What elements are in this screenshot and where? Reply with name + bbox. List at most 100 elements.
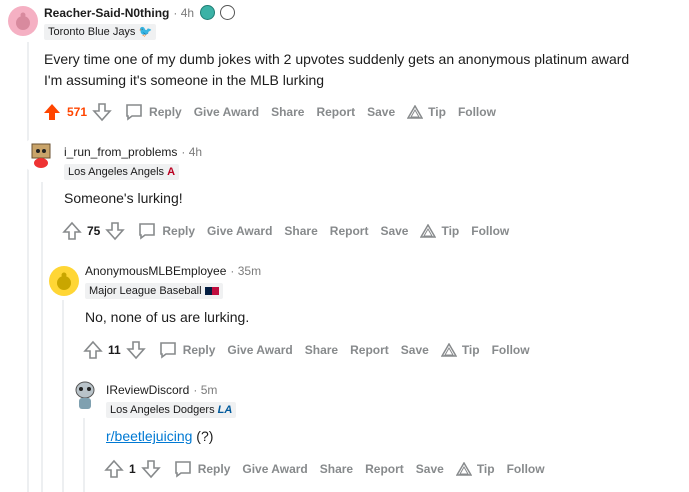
reply-button[interactable]: Reply	[173, 459, 231, 479]
tip-label: Tip	[428, 105, 446, 119]
subreddit-link[interactable]: r/beetlejuicing	[106, 428, 192, 444]
award-icon	[220, 5, 236, 20]
comment-line: I'm assuming it's someone in the MLB lur…	[44, 72, 325, 88]
share-button[interactable]: Share	[305, 343, 338, 357]
comment-actions: 75 Reply Give Award Share Report Save Ti…	[62, 221, 509, 241]
give-award-button[interactable]: Give Award	[242, 462, 307, 476]
reply-label: Reply	[149, 105, 182, 119]
reply-label: Reply	[197, 462, 231, 476]
mlb-logo-icon	[204, 287, 219, 296]
downvote-icon[interactable]	[140, 459, 161, 479]
snoo-avatar-icon	[16, 12, 30, 30]
report-button[interactable]: Report	[350, 343, 389, 357]
give-award-button[interactable]: Give Award	[207, 224, 272, 238]
username[interactable]: Reacher-Said-N0thing	[44, 6, 169, 20]
thread-line-1[interactable]	[27, 42, 29, 492]
comment-line: No, none of us are lurking.	[85, 309, 250, 325]
snoo-avatar-icon	[57, 272, 71, 290]
dodgers-logo-icon: LA	[217, 404, 233, 416]
downvote-icon[interactable]	[105, 221, 126, 241]
award-icon	[200, 5, 216, 20]
tip-button[interactable]: Tip	[455, 462, 495, 476]
reply-button[interactable]: Reply	[158, 340, 216, 360]
flair-label: Los Angeles Angels	[68, 166, 165, 178]
flair-label: Los Angeles Dodgers	[110, 404, 215, 416]
tip-triangle-icon	[440, 343, 457, 357]
give-award-button[interactable]: Give Award	[227, 343, 292, 357]
blue-jays-logo-icon: 🐦	[138, 26, 153, 38]
avatar[interactable]	[49, 266, 79, 296]
follow-button[interactable]: Follow	[507, 462, 545, 476]
angels-logo-icon: A	[167, 166, 176, 178]
save-button[interactable]: Save	[367, 105, 395, 119]
tip-button[interactable]: Tip	[440, 343, 480, 357]
comment-body: No, none of us are lurking.	[85, 307, 249, 328]
comment-bubble-icon	[174, 461, 191, 478]
avatar[interactable]	[8, 6, 38, 36]
share-button[interactable]: Share	[271, 105, 304, 119]
give-award-button[interactable]: Give Award	[194, 105, 259, 119]
upvote-icon[interactable]	[62, 221, 82, 241]
share-button[interactable]: Share	[284, 224, 317, 238]
avatar[interactable]	[26, 140, 56, 170]
score: 75	[87, 224, 101, 238]
save-button[interactable]: Save	[416, 462, 444, 476]
comment-body: Every time one of my dumb jokes with 2 u…	[44, 49, 629, 91]
username[interactable]: AnonymousMLBEmployee	[85, 264, 226, 278]
upvote-icon[interactable]	[83, 340, 103, 360]
tip-label: Tip	[461, 343, 480, 357]
follow-button[interactable]: Follow	[471, 224, 509, 238]
report-button[interactable]: Report	[330, 224, 369, 238]
downvote-icon[interactable]	[125, 340, 146, 360]
score: 11	[108, 343, 121, 357]
reply-button[interactable]: Reply	[124, 102, 182, 122]
flair-label: Toronto Blue Jays	[48, 26, 136, 38]
thread-line-2[interactable]	[41, 182, 43, 492]
timestamp[interactable]: · 5m	[193, 383, 217, 397]
save-button[interactable]: Save	[401, 343, 429, 357]
timestamp[interactable]: · 4h	[181, 145, 202, 159]
reply-label: Reply	[182, 343, 216, 357]
avatar[interactable]	[70, 378, 100, 412]
save-button[interactable]: Save	[380, 224, 408, 238]
comment-bubble-icon	[159, 342, 176, 359]
comment-actions: 571 Reply Give Award Share Report Save T…	[42, 102, 496, 122]
comment-bubble-icon	[126, 104, 142, 121]
comment-bubble-icon	[139, 223, 156, 240]
user-flair: Toronto Blue Jays 🐦	[44, 24, 157, 40]
timestamp[interactable]: · 35m	[230, 264, 261, 278]
user-flair: Los Angeles Angels A	[64, 164, 180, 180]
flair-label: Major League Baseball	[89, 285, 202, 297]
tip-triangle-icon	[455, 462, 472, 476]
user-flair: Major League Baseball	[85, 283, 223, 299]
report-button[interactable]: Report	[365, 462, 404, 476]
tip-button[interactable]: Tip	[420, 224, 459, 238]
report-button[interactable]: Report	[316, 105, 355, 119]
upvote-icon[interactable]	[42, 102, 62, 122]
username[interactable]: i_run_from_problems	[64, 145, 177, 159]
score: 571	[67, 105, 88, 119]
downvote-icon[interactable]	[92, 102, 112, 122]
share-button[interactable]: Share	[320, 462, 353, 476]
tip-button[interactable]: Tip	[407, 105, 446, 119]
tip-triangle-icon	[420, 224, 437, 238]
reply-label: Reply	[162, 224, 196, 238]
follow-button[interactable]: Follow	[492, 343, 530, 357]
follow-button[interactable]: Follow	[458, 105, 496, 119]
username[interactable]: IReviewDiscord	[106, 383, 189, 397]
thread-line-4[interactable]	[83, 418, 85, 492]
comment-actions: 11 Reply Give Award Share Report Save Ti…	[83, 340, 530, 360]
comment-line: Someone's lurking!	[64, 190, 183, 206]
comment-line: Every time one of my dumb jokes with 2 u…	[44, 51, 630, 67]
user-flair: Los Angeles Dodgers LA	[106, 402, 237, 418]
comment-text: (?)	[192, 428, 214, 444]
robot-snoo-avatar-icon	[75, 381, 95, 409]
upvote-icon[interactable]	[104, 459, 124, 479]
reply-button[interactable]: Reply	[137, 221, 195, 241]
tip-label: Tip	[441, 224, 460, 238]
thread-line-3[interactable]	[62, 300, 64, 492]
timestamp[interactable]: · 4h	[173, 6, 194, 20]
box-snoo-avatar-icon	[31, 143, 51, 168]
comment-body: r/beetlejuicing (?)	[106, 426, 213, 447]
score: 1	[129, 462, 136, 476]
